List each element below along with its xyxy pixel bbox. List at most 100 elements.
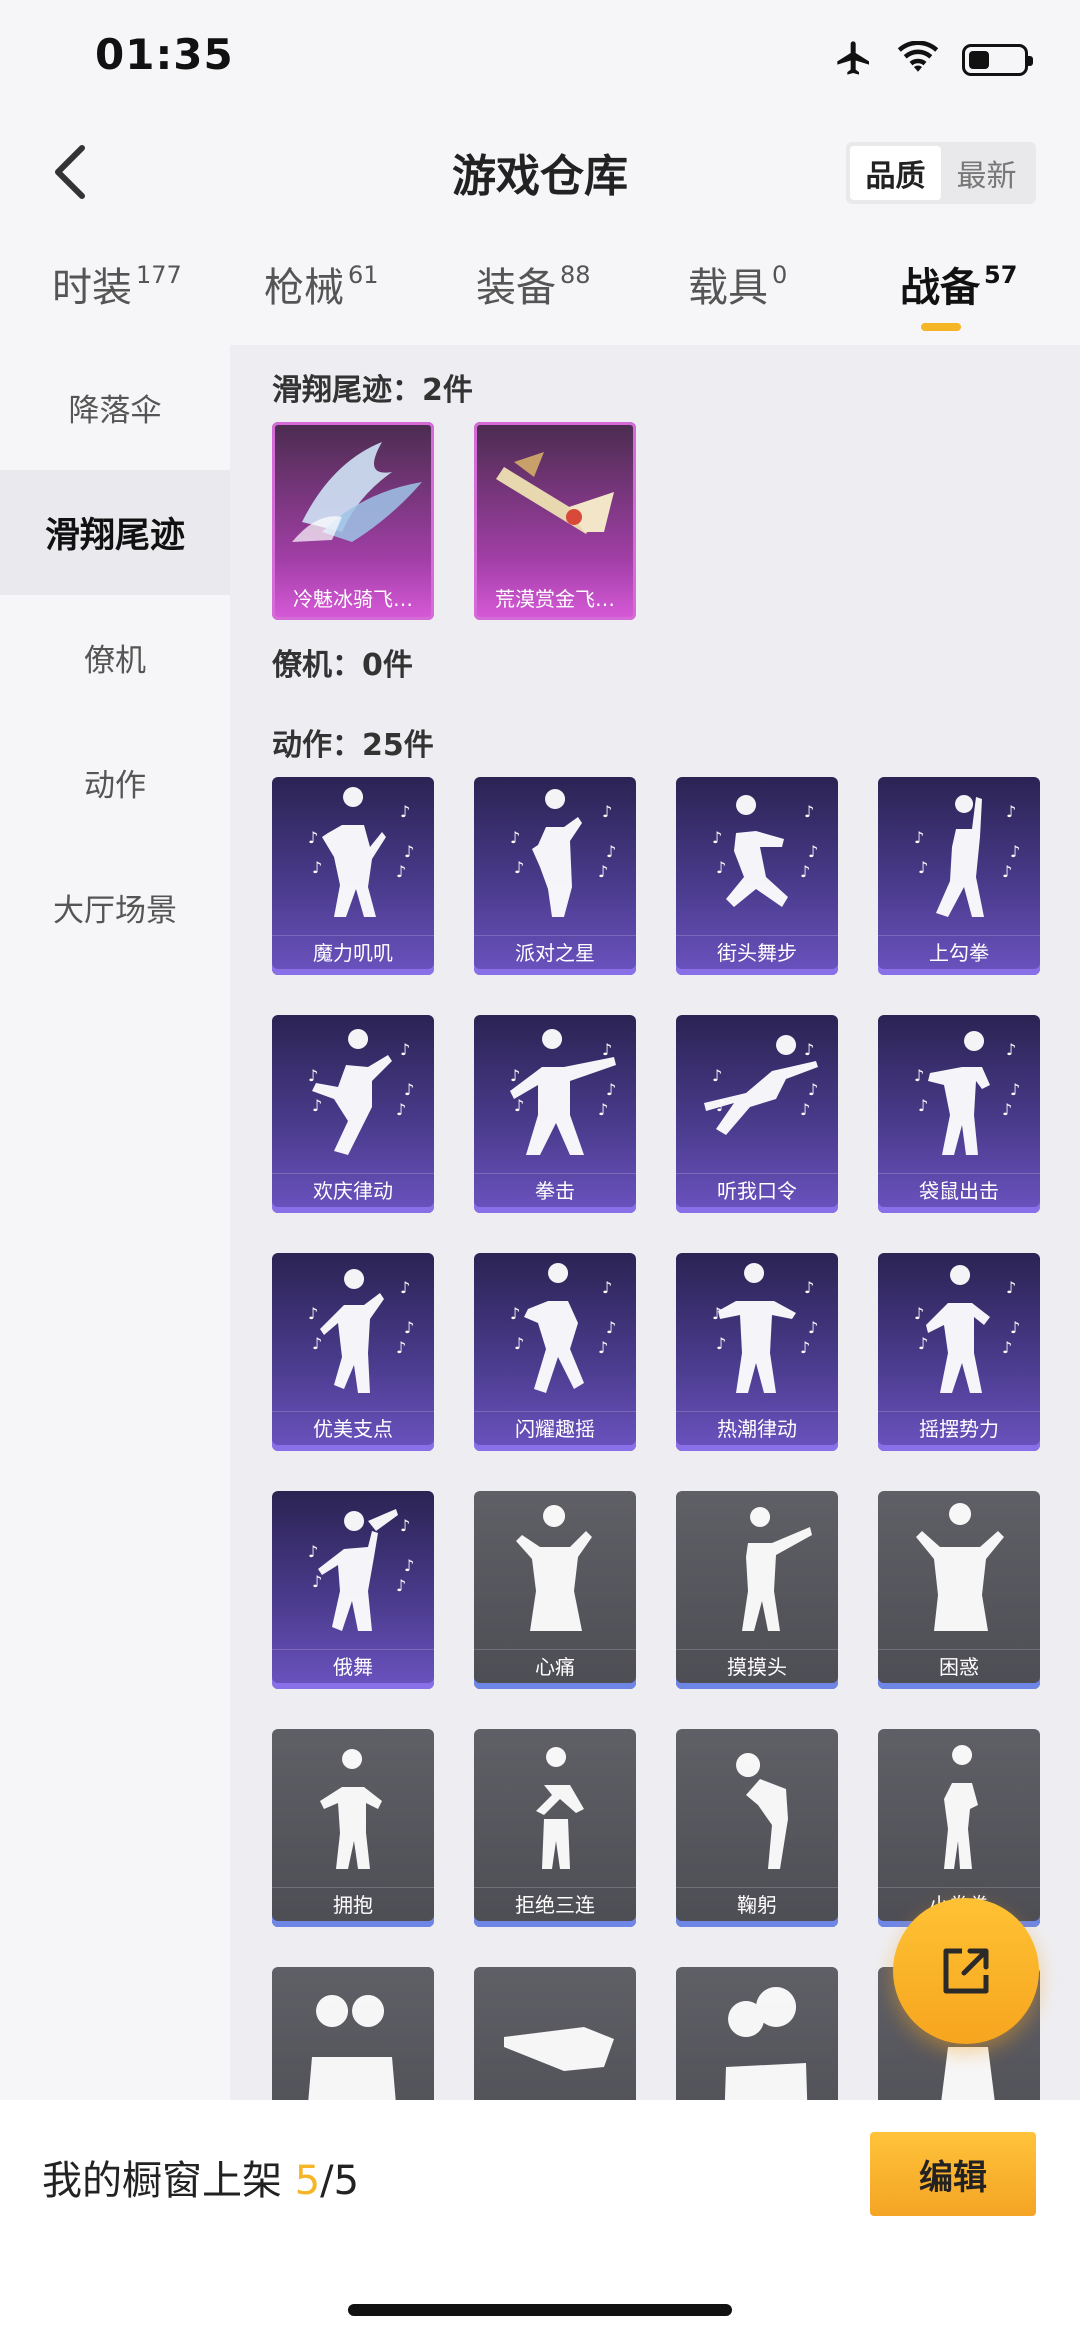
- edit-button[interactable]: 编辑: [870, 2132, 1036, 2216]
- section-title-glide: 滑翔尾迹：2件: [272, 373, 473, 408]
- emote-label: 鞠躬: [676, 1887, 838, 1921]
- music-note-icon: ♪: [396, 1576, 406, 1595]
- tab-count: 57: [984, 261, 1018, 289]
- back-button[interactable]: [40, 138, 100, 206]
- emote-card[interactable]: ♪ ♪ ♪ ♪ ♪ 上勾拳: [878, 777, 1040, 975]
- emote-card[interactable]: ♪ ♪ ♪ ♪ ♪ 摇摆势力: [878, 1253, 1040, 1451]
- emote-label: 摇摆势力: [878, 1411, 1040, 1445]
- emote-card[interactable]: ♪ ♪ ♪ ♪ ♪ 俄舞: [272, 1491, 434, 1689]
- music-note-icon: ♪: [598, 1100, 608, 1119]
- emote-label: 拥抱: [272, 1887, 434, 1921]
- tab-equipment[interactable]: 装备 88: [476, 255, 591, 313]
- header: 游戏仓库 品质 最新: [0, 130, 1080, 214]
- emote-figure-icon: [308, 1995, 396, 2100]
- emote-figure-icon: [736, 1753, 788, 1869]
- sidebar-item-parachute[interactable]: 降落伞: [0, 345, 230, 470]
- emote-card[interactable]: ♪ ♪ ♪ ♪ ♪ 闪耀趣摇: [474, 1253, 636, 1451]
- emote-label: 听我口令: [676, 1173, 838, 1207]
- music-note-icon: ♪: [914, 1066, 924, 1085]
- sidebar: 降落伞 滑翔尾迹 僚机 动作 大厅场景: [0, 345, 230, 2100]
- emote-card[interactable]: 困惑: [878, 1491, 1040, 1689]
- sidebar-item-lobby-scene[interactable]: 大厅场景: [0, 845, 230, 970]
- emote-figure-icon: ♪♪♪ ♪♪: [308, 1029, 414, 1155]
- share-icon: [943, 1948, 989, 1994]
- music-note-icon: ♪: [918, 858, 928, 877]
- showcase-current-count: 5: [294, 2158, 321, 2204]
- category-tabs: 时装 177 枪械 61 装备 88 载具 0 战备 57: [0, 255, 1080, 345]
- music-note-icon: ♪: [510, 1066, 520, 1085]
- music-note-icon: ♪: [606, 1080, 616, 1099]
- tab-guns[interactable]: 枪械 61: [264, 255, 379, 313]
- emote-card[interactable]: 拒绝三连: [474, 1729, 636, 1927]
- emote-card[interactable]: ♪ ♪ ♪ ♪ ♪ 听我口令: [676, 1015, 838, 1213]
- emote-card[interactable]: ♪ ♪ ♪ ♪ ♪ 拳击: [474, 1015, 636, 1213]
- music-note-icon: ♪: [514, 858, 524, 877]
- emote-figure-icon: ♪♪♪ ♪♪: [510, 789, 616, 917]
- music-note-icon: ♪: [308, 1066, 318, 1085]
- music-note-icon: ♪: [1006, 1040, 1016, 1059]
- emote-card[interactable]: ♪ ♪ ♪ ♪ ♪ 热潮律动: [676, 1253, 838, 1451]
- sort-option-newest[interactable]: 最新: [941, 146, 1032, 200]
- tab-label: 时装: [52, 265, 132, 311]
- section-title-emotes: 动作：25件: [272, 728, 434, 763]
- music-note-icon: ♪: [1006, 1278, 1016, 1297]
- music-note-icon: ♪: [400, 1040, 410, 1059]
- emote-figure-icon: ♪♪♪ ♪♪: [510, 1263, 616, 1393]
- emote-figure-icon: [724, 1987, 808, 2100]
- emote-label: 拳击: [474, 1173, 636, 1207]
- emote-label: 热潮律动: [676, 1411, 838, 1445]
- desert-bounty-glider-icon: [496, 452, 614, 534]
- music-note-icon: ♪: [598, 1338, 608, 1357]
- emote-figure-icon: [536, 1747, 584, 1869]
- emote-card[interactable]: 拥抱: [272, 1729, 434, 1927]
- music-note-icon: ♪: [514, 1096, 524, 1115]
- music-note-icon: ♪: [404, 1318, 414, 1337]
- music-note-icon: ♪: [308, 1304, 318, 1323]
- music-note-icon: ♪: [800, 862, 810, 881]
- sidebar-item-glide-trail[interactable]: 滑翔尾迹: [0, 470, 230, 595]
- tab-fashion[interactable]: 时装 177: [52, 255, 182, 313]
- emote-label: 困惑: [878, 1649, 1040, 1683]
- sidebar-item-emotes[interactable]: 动作: [0, 720, 230, 845]
- emote-card[interactable]: 摸摸头: [676, 1491, 838, 1689]
- music-note-icon: ♪: [1002, 862, 1012, 881]
- sidebar-item-wingman[interactable]: 僚机: [0, 595, 230, 720]
- tab-battle-gear[interactable]: 战备 57: [900, 255, 1017, 313]
- emote-card[interactable]: ♪ ♪ ♪ ♪ ♪ 欢庆律动: [272, 1015, 434, 1213]
- music-note-icon: ♪: [712, 828, 722, 847]
- emote-card[interactable]: [676, 1967, 838, 2100]
- music-note-icon: ♪: [514, 1334, 524, 1353]
- emote-figure-icon: ♪♪♪ ♪♪: [712, 1263, 818, 1393]
- tab-label: 载具: [688, 265, 768, 311]
- glide-item-card[interactable]: 冷魅冰骑飞…: [272, 422, 434, 620]
- tab-label: 装备: [476, 265, 556, 311]
- emote-card[interactable]: ♪ ♪ ♪ ♪ ♪ 袋鼠出击: [878, 1015, 1040, 1213]
- emote-card[interactable]: ♪ ♪ ♪ ♪ ♪ 街头舞步: [676, 777, 838, 975]
- music-note-icon: ♪: [308, 1542, 318, 1561]
- sort-option-quality[interactable]: 品质: [850, 146, 941, 200]
- emote-label: 摸摸头: [676, 1649, 838, 1683]
- ice-wing-glider-icon: [292, 442, 422, 542]
- music-note-icon: ♪: [918, 1334, 928, 1353]
- emote-card[interactable]: 心痛: [474, 1491, 636, 1689]
- sort-toggle: 品质 最新: [846, 142, 1036, 204]
- share-button[interactable]: [893, 1898, 1039, 2044]
- emote-card[interactable]: [272, 1967, 434, 2100]
- emote-card[interactable]: [474, 1967, 636, 2100]
- emote-card[interactable]: ♪ ♪ ♪ ♪ ♪ 优美支点: [272, 1253, 434, 1451]
- wifi-icon: [896, 40, 940, 79]
- music-note-icon: ♪: [308, 828, 318, 847]
- tab-count: 88: [560, 261, 591, 289]
- emote-card[interactable]: ♪ ♪ ♪ ♪ ♪ 派对之星: [474, 777, 636, 975]
- tab-vehicles[interactable]: 载具 0: [688, 255, 787, 313]
- emote-figure-icon: ♪♪♪ ♪♪: [712, 795, 818, 907]
- emote-card[interactable]: 鞠躬: [676, 1729, 838, 1927]
- section-title-wingman: 僚机：0件: [272, 648, 413, 683]
- music-note-icon: ♪: [312, 1572, 322, 1591]
- emote-label: 欢庆律动: [272, 1173, 434, 1207]
- music-note-icon: ♪: [510, 828, 520, 847]
- glide-item-card[interactable]: 荒漠赏金飞…: [474, 422, 636, 620]
- music-note-icon: ♪: [602, 1278, 612, 1297]
- emote-card[interactable]: ♪ ♪ ♪ ♪ ♪ 魔力叽叽: [272, 777, 434, 975]
- emote-figure-icon: ♪♪♪ ♪♪: [914, 1265, 1020, 1393]
